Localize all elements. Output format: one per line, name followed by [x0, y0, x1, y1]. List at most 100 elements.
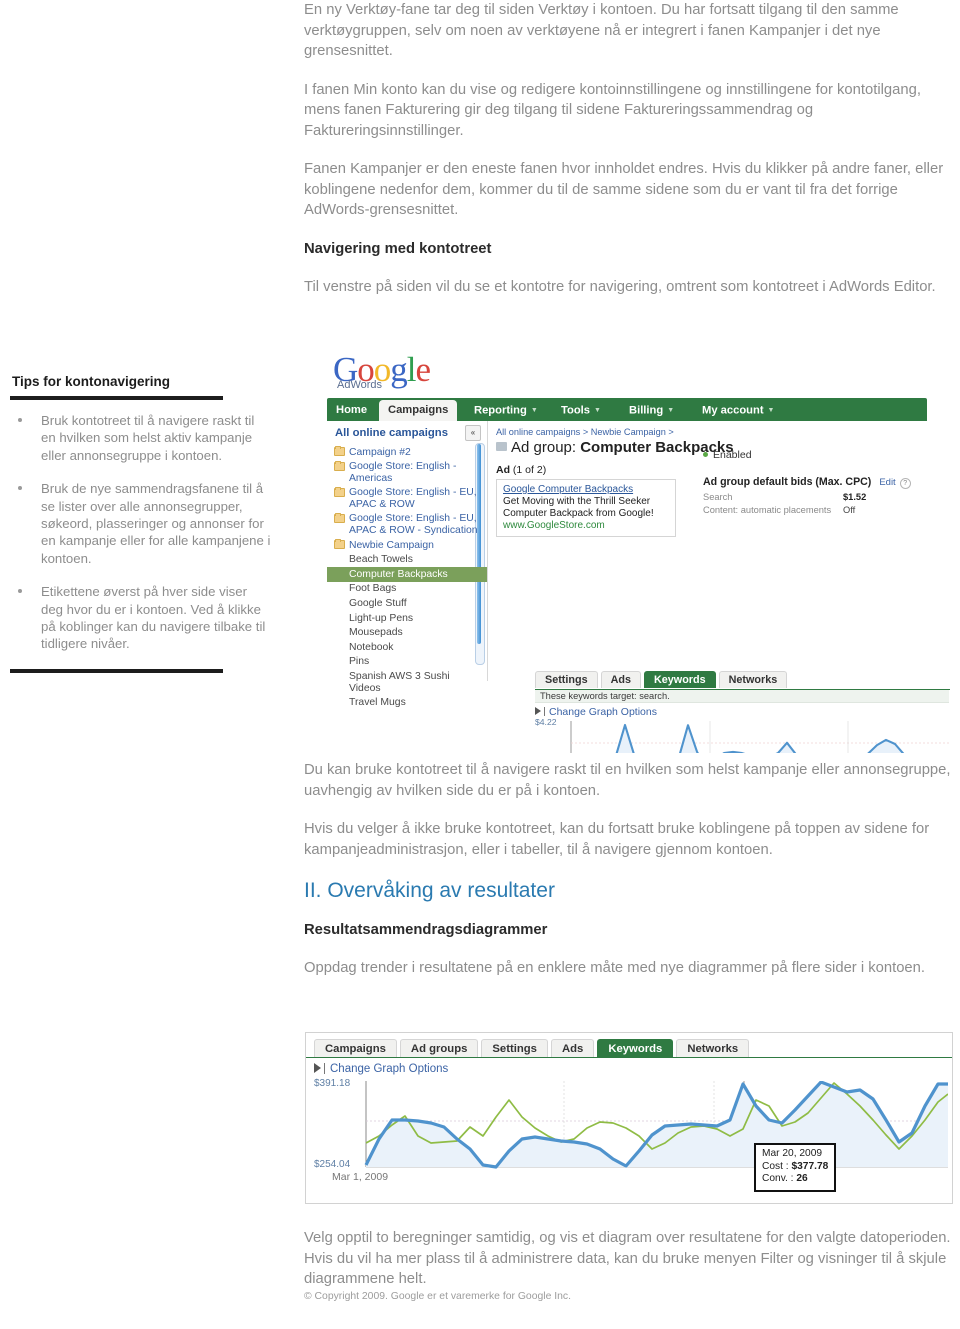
tree-item-label: Google Store: English - EU, APAC & ROW [349, 487, 477, 510]
tree-header-label: All online campaigns [335, 427, 448, 439]
tree-item-campaign-open[interactable]: Newbie Campaign [327, 538, 487, 553]
tooltip-cost-value: $377.78 [791, 1160, 829, 1172]
status-dot-icon [703, 452, 708, 457]
chart-tooltip: Mar 20, 2009 Cost : $377.78 Conv. : 26 [754, 1143, 837, 1192]
bid-row-label: Search [703, 492, 733, 502]
bid-row-search: Search $1.52 [703, 492, 923, 503]
adwords-content-area: All online campaigns « Campaign #2 Googl… [327, 421, 950, 753]
tree-item-label: Newbie Campaign [349, 539, 434, 551]
folder-icon [334, 446, 345, 456]
tab-ad-groups[interactable]: Ad groups [399, 1039, 479, 1057]
bid-row-value: Off [843, 505, 856, 515]
tree-item-label: Travel Mugs [349, 697, 406, 709]
nav-tab-campaigns[interactable]: Campaigns [379, 400, 458, 421]
ad-description-line2: Computer Backpack from Google! [503, 508, 654, 519]
tab-networks[interactable]: Networks [718, 671, 788, 688]
nav-tab-my-account[interactable]: My account ▼ [693, 400, 783, 421]
graph-tab-underline [306, 1057, 952, 1058]
tab-networks[interactable]: Networks [676, 1039, 750, 1057]
tree-item-label: Campaign #2 [349, 446, 411, 458]
tree-item-adgroup[interactable]: Foot Bags [327, 582, 487, 597]
adgroup-icon [496, 442, 507, 451]
nav-tab-billing[interactable]: Billing ▼ [620, 400, 683, 421]
tooltip-conv-label: Conv. : [762, 1173, 794, 1184]
ad-count: (1 of 2) [512, 464, 547, 476]
paragraph-my-account: I fanen Min konto kan du vise og rediger… [304, 81, 921, 139]
tree-item-adgroup[interactable]: Beach Towels [327, 553, 487, 568]
tree-header: All online campaigns « [327, 421, 487, 445]
tree-item-adgroup[interactable]: Light-up Pens [327, 611, 487, 626]
tree-item-adgroup[interactable]: Mousepads [327, 626, 487, 641]
breadcrumb[interactable]: All online campaigns > Newbie Campaign > [496, 427, 919, 437]
ad-headline[interactable]: Google Computer Backpacks [503, 484, 669, 496]
nav-tab-label: My account [702, 404, 764, 417]
tooltip-cost: Cost : $377.78 [762, 1161, 828, 1174]
tab-ads[interactable]: Ads [550, 1039, 595, 1057]
tree-item-adgroup-selected[interactable]: Computer Backpacks [327, 567, 487, 582]
tree-item-label: Spanish AWS 3 Sushi Videos [349, 671, 450, 694]
tree-item-label: Light-up Pens [349, 612, 414, 624]
chevron-down-icon: ▼ [594, 407, 601, 414]
copyright-footer: © Copyright 2009. Google er et varemerke… [304, 1291, 571, 1302]
tree-item-campaign[interactable]: Google Store: English - EU, APAC & ROW -… [327, 512, 487, 538]
edit-bids-link[interactable]: Edit [879, 477, 895, 488]
ad-display-url: www.GoogleStore.com [503, 520, 605, 531]
change-graph-options-link[interactable]: Change Graph Options [314, 1063, 448, 1075]
tree-item-campaign[interactable]: Google Store: English - Americas [327, 460, 487, 486]
tree-item-label: Google Store: English - EU, APAC & ROW -… [349, 513, 478, 537]
adgroup-status-panel: Enabled Ad group default bids (Max. CPC)… [703, 449, 923, 516]
logo-letter-l: l [406, 350, 417, 389]
nav-tab-home[interactable]: Home [327, 400, 376, 421]
tab-settings[interactable]: Settings [535, 671, 598, 688]
nav-tab-label: Home [336, 404, 368, 416]
tooltip-cost-label: Cost : [762, 1160, 789, 1172]
bid-row-content: Content: automatic placements Off [703, 505, 923, 516]
adgroup-subtabs: Settings Ads Keywords Networks [535, 671, 950, 690]
paragraph-tools-tab: En ny Verktøy-fane tar deg til siden Ver… [304, 2, 899, 59]
tab-ads[interactable]: Ads [600, 671, 641, 688]
default-bids-header: Ad group default bids (Max. CPC) Edit? [703, 472, 923, 490]
mid-text-block: Du kan bruke kontotreet til å navigere r… [304, 760, 954, 997]
chevron-down-icon: ▼ [767, 407, 775, 414]
status-label: Enabled [713, 449, 752, 461]
paragraph-velg-opptil: Velg opptil to beregninger samtidig, og … [304, 1230, 951, 1287]
help-icon[interactable]: ? [899, 478, 911, 489]
nav-tab-tools[interactable]: Tools ▼ [552, 400, 610, 421]
bid-row-value: $1.52 [843, 492, 867, 502]
tree-item-adgroup[interactable]: Google Stuff [327, 597, 487, 612]
chart1-svg [570, 721, 950, 753]
adwords-interface-screenshot: Google AdWords Home Campaigns Reporting ▼… [305, 350, 953, 753]
heading-overvaaking: II. Overvåking av resultater [304, 879, 555, 902]
status-badge: Enabled [703, 449, 923, 461]
tab-keywords[interactable]: Keywords [597, 1039, 674, 1057]
tree-item-adgroup[interactable]: Notebook [327, 640, 487, 655]
nav-tab-label: Tools [561, 404, 591, 417]
tree-item-adgroup[interactable]: Pins [327, 655, 487, 670]
tab-keywords[interactable]: Keywords [644, 671, 716, 688]
nav-tab-label: Campaigns [388, 404, 449, 416]
tab-settings[interactable]: Settings [481, 1039, 548, 1057]
paragraph-oppdag-trender: Oppdag trender i resultatene på en enkle… [304, 960, 925, 976]
logo-letter-g: g [390, 350, 407, 389]
tree-item-label: Notebook [349, 641, 394, 653]
tree-item-label: Pins [349, 656, 370, 668]
nav-tab-reporting[interactable]: Reporting ▼ [465, 400, 547, 421]
chart1-area-fill [616, 725, 903, 753]
tree-item-label: Foot Bags [349, 583, 397, 595]
collapse-tree-button[interactable]: « [465, 425, 481, 441]
tab-campaigns[interactable]: Campaigns [314, 1039, 397, 1057]
tree-item-campaign[interactable]: Google Store: English - EU, APAC & ROW [327, 486, 487, 512]
change-graph-options-label: Change Graph Options [549, 706, 657, 718]
tree-item-campaign[interactable]: Campaign #2 [327, 445, 487, 460]
ad-preview-box: Google Computer Backpacks Get Moving wit… [496, 479, 676, 537]
tree-item-adgroup[interactable]: Travel Mugs [327, 696, 487, 711]
graph-tabs: Campaigns Ad groups Settings Ads Keyword… [314, 1039, 752, 1058]
bid-row-label: Content: automatic placements [703, 505, 832, 515]
folder-icon [334, 512, 345, 523]
adwords-product-label: AdWords [337, 379, 383, 391]
heading-navigering-med-kontotreet: Navigering med kontotreet [304, 240, 492, 257]
results-summary-chart: $391.18 $254.04 Mar 1, 2009 Mar 20, 2009… [314, 1078, 948, 1192]
tooltip-date: Mar 20, 2009 [762, 1148, 823, 1159]
ad-label-text: Ad [496, 464, 510, 476]
tree-item-adgroup[interactable]: Spanish AWS 3 Sushi Videos [327, 670, 487, 696]
